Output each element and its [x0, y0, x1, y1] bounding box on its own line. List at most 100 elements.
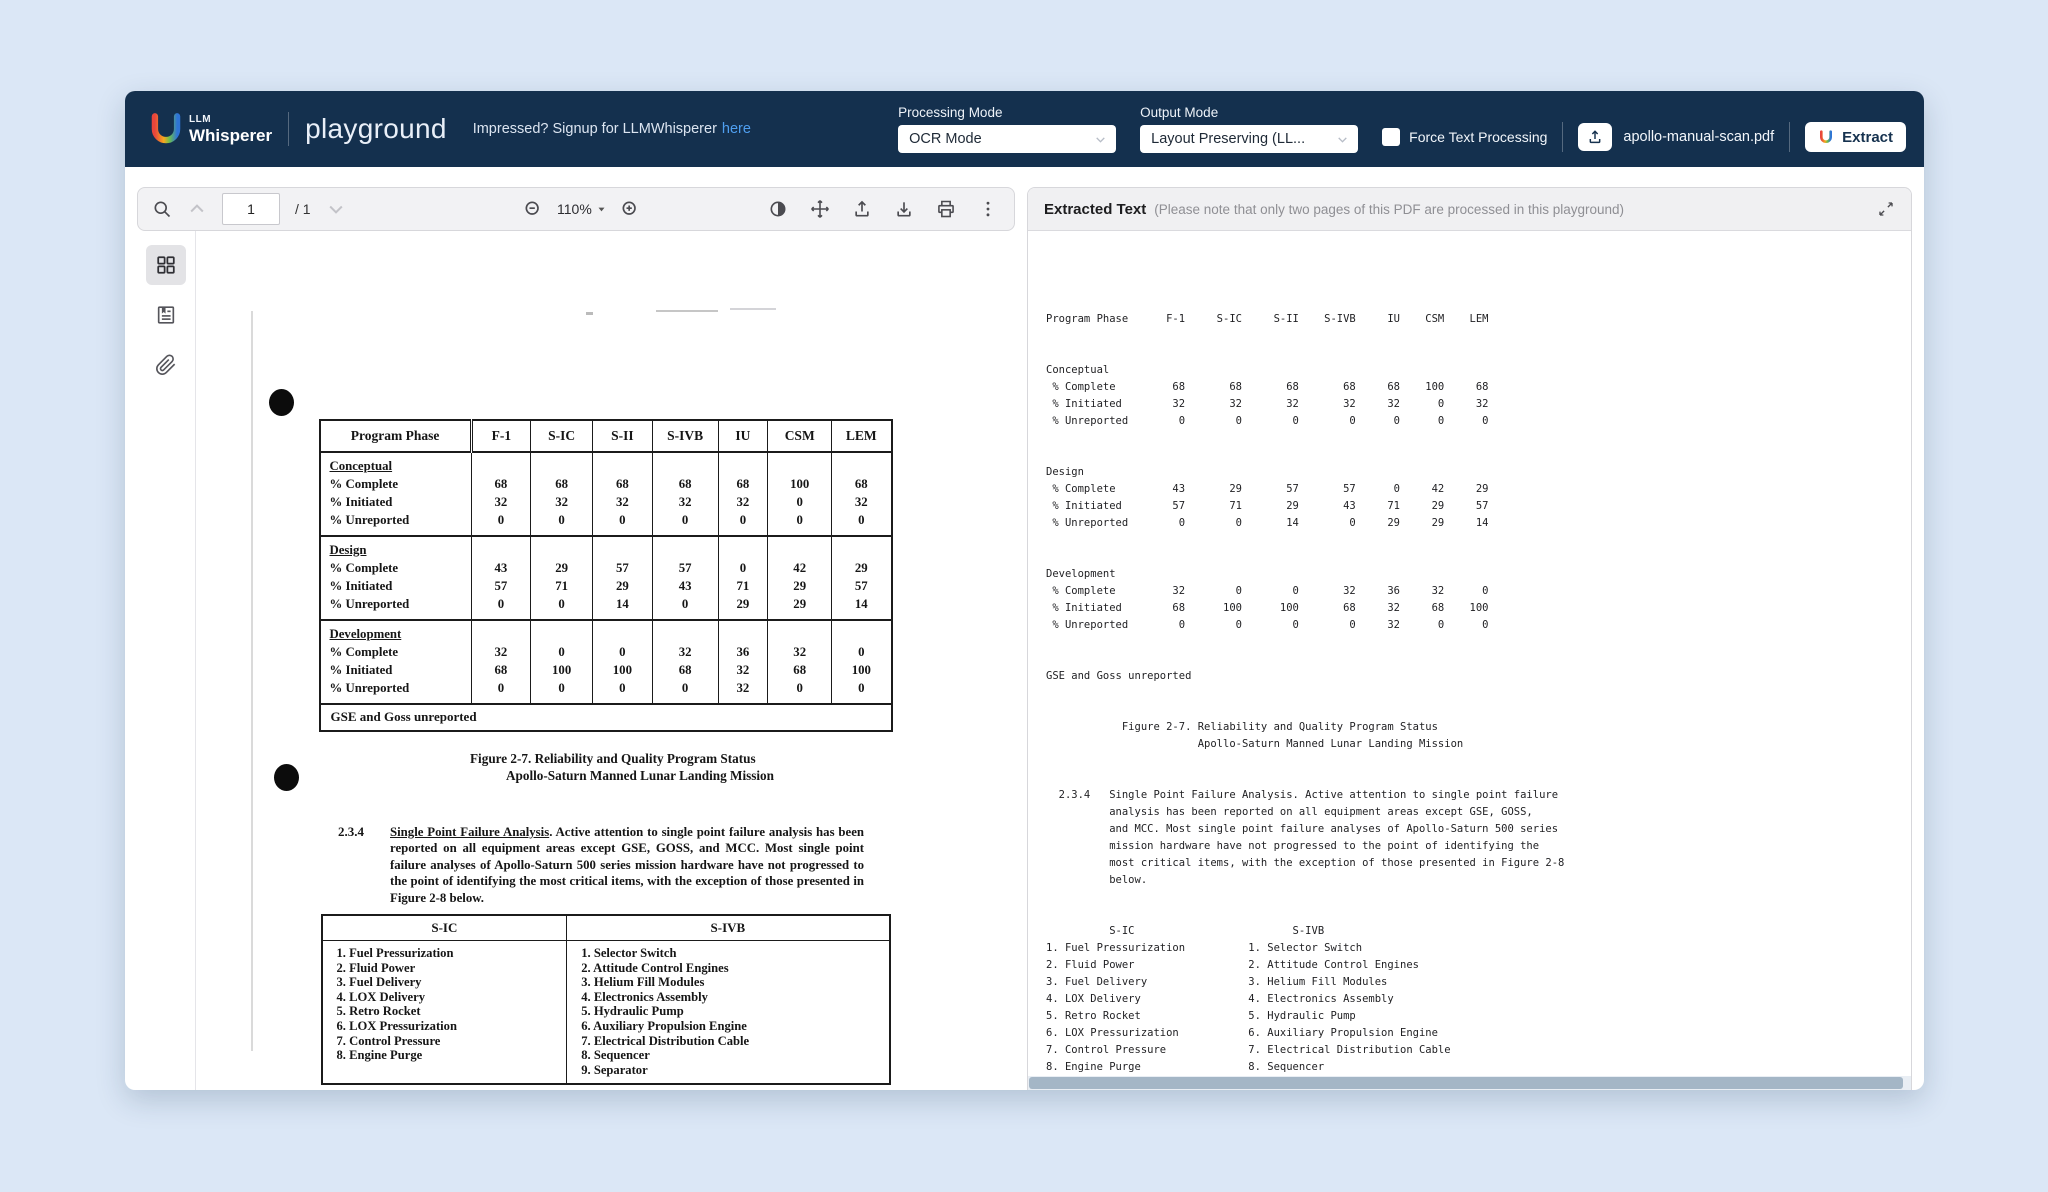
scan-mark	[656, 310, 718, 312]
list-item: 8. Engine Purge	[337, 1048, 561, 1063]
scan-edge-line	[251, 311, 253, 1051]
print-icon[interactable]	[936, 199, 956, 219]
download-icon[interactable]	[894, 199, 914, 219]
table-footer: GSE and Goss unreported	[320, 704, 892, 731]
page-controls: / 1	[152, 193, 346, 225]
horizontal-scrollbar[interactable]	[1028, 1076, 1911, 1090]
column-header: F-1	[471, 420, 531, 452]
zoom-level-dropdown[interactable]: 110%	[557, 201, 606, 217]
column-header: CSM	[768, 420, 832, 452]
column-header: S-II	[593, 420, 653, 452]
table-header-row: Program Phase F-1 S-IC S-II S-IVB IU CSM…	[320, 420, 892, 452]
section-title: Single Point Failure Analysis	[390, 825, 549, 839]
file-name: apollo-manual-scan.pdf	[1623, 129, 1774, 145]
upload-file-button[interactable]	[1578, 123, 1612, 151]
zoom-out-icon[interactable]	[523, 199, 543, 219]
table-section-development: Development % Complete32003236320 % Init…	[320, 620, 892, 704]
expand-icon[interactable]	[1877, 200, 1895, 218]
search-icon[interactable]	[152, 199, 172, 219]
scrollbar-thumb[interactable]	[1029, 1077, 1903, 1089]
list-item: 6. LOX Pressurization	[337, 1019, 561, 1034]
table-row: GSE and Goss unreported	[320, 704, 892, 731]
output-mode-group: Output Mode Layout Preserving (LL...	[1140, 105, 1358, 153]
table-row: % Unreported00140292914	[320, 595, 892, 620]
zoom-in-icon[interactable]	[620, 199, 640, 219]
processing-mode-label: Processing Mode	[898, 105, 1116, 120]
s-ivb-list: 1. Selector Switch 2. Attitude Control E…	[567, 941, 890, 1085]
brand-u-icon	[1818, 129, 1834, 145]
upload-document-icon[interactable]	[852, 199, 872, 219]
panel-title: Extracted Text	[1044, 201, 1146, 218]
panel-note: (Please note that only two pages of this…	[1154, 202, 1624, 217]
main-content: / 1 110%	[125, 167, 1924, 1090]
kebab-menu-icon[interactable]	[978, 199, 998, 219]
document-actions	[768, 199, 998, 219]
section-name: Design	[330, 543, 367, 557]
extract-button[interactable]: Extract	[1805, 122, 1906, 152]
list-item: 7. Electrical Distribution Cable	[581, 1034, 882, 1049]
file-actions: Force Text Processing apollo-manual-scan…	[1382, 122, 1906, 152]
table-row: % Initiated57712943712957	[320, 577, 892, 595]
section-name: Conceptual	[330, 459, 393, 473]
table-row: % Initiated3232323232032	[320, 493, 892, 511]
header-controls: Processing Mode OCR Mode Output Mode Lay…	[898, 105, 1906, 153]
scan-mark	[586, 312, 593, 315]
table-row: % Complete686868686810068	[320, 475, 892, 493]
list-item: 5. Retro Rocket	[337, 1004, 561, 1019]
column-header: S-IVB	[567, 915, 890, 941]
pan-move-icon[interactable]	[810, 199, 830, 219]
brand-u-icon	[147, 110, 185, 148]
extracted-text-panel: Extracted Text (Please note that only tw…	[1027, 187, 1912, 1090]
table-row: Conceptual	[320, 452, 892, 475]
list-item: 2. Fluid Power	[337, 961, 561, 976]
force-text-checkbox[interactable]	[1382, 128, 1400, 146]
list-item: 5. Hydraulic Pump	[581, 1004, 882, 1019]
table-row: % Initiated68100100683268100	[320, 661, 892, 679]
list-item: 6. Auxiliary Propulsion Engine	[581, 1019, 882, 1034]
column-header: LEM	[832, 420, 892, 452]
brand-wordmark: LLM Whisperer	[189, 115, 272, 144]
theme-contrast-icon[interactable]	[768, 199, 788, 219]
header-divider	[288, 112, 289, 146]
attachments-button[interactable]	[146, 345, 186, 385]
app-window: LLM Whisperer playground Impressed? Sign…	[125, 91, 1924, 1090]
page-input[interactable]	[222, 193, 280, 225]
list-item: 4. LOX Delivery	[337, 990, 561, 1005]
table-row: % Complete4329575704229	[320, 559, 892, 577]
upload-icon	[1587, 129, 1603, 145]
extracted-text-body: Program Phase F-1 S-IC S-II S-IVB IU CSM…	[1028, 231, 1911, 1090]
table-section-design: Design % Complete4329575704229 % Initiat…	[320, 536, 892, 620]
page-count: / 1	[295, 201, 311, 217]
chevron-up-icon[interactable]	[187, 199, 207, 219]
app-title: playground	[305, 113, 447, 145]
list-item: 1. Selector Switch	[581, 946, 882, 961]
extract-button-label: Extract	[1842, 129, 1893, 146]
table-header-row: S-IC S-IVB	[322, 915, 890, 941]
outline-bookmark-icon	[155, 304, 177, 326]
processing-mode-select[interactable]: OCR Mode	[898, 125, 1116, 153]
desktop-background: LLM Whisperer playground Impressed? Sign…	[0, 0, 2048, 1192]
outline-button[interactable]	[146, 295, 186, 335]
thumbnails-icon	[155, 254, 177, 276]
list-item: 3. Fuel Delivery	[337, 975, 561, 990]
brand-top-label: LLM	[189, 115, 272, 125]
list-item: 1. Fuel Pressurization	[337, 946, 561, 961]
program-phase-table: Program Phase F-1 S-IC S-II S-IVB IU CSM…	[319, 419, 893, 732]
column-header: Program Phase	[320, 420, 472, 452]
thumbnails-button[interactable]	[146, 245, 186, 285]
signup-link[interactable]: here	[722, 121, 751, 137]
s-ic-list: 1. Fuel Pressurization 2. Fluid Power 3.…	[322, 941, 567, 1085]
output-mode-select[interactable]: Layout Preserving (LL...	[1140, 125, 1358, 153]
pdf-viewer-panel: / 1 110%	[137, 167, 1015, 1090]
table-row: % Unreported0000000	[320, 511, 892, 536]
table-row: % Unreported00003200	[320, 679, 892, 704]
section-number: 2.3.4	[338, 824, 364, 906]
column-header: S-IC	[322, 915, 567, 941]
list-item: 4. Electronics Assembly	[581, 990, 882, 1005]
list-item: 2. Attitude Control Engines	[581, 961, 882, 976]
chevron-down-icon[interactable]	[326, 199, 346, 219]
force-text-label: Force Text Processing	[1409, 129, 1547, 145]
divider	[1789, 122, 1790, 152]
app-header: LLM Whisperer playground Impressed? Sign…	[125, 91, 1924, 167]
processing-mode-group: Processing Mode OCR Mode	[898, 105, 1116, 153]
